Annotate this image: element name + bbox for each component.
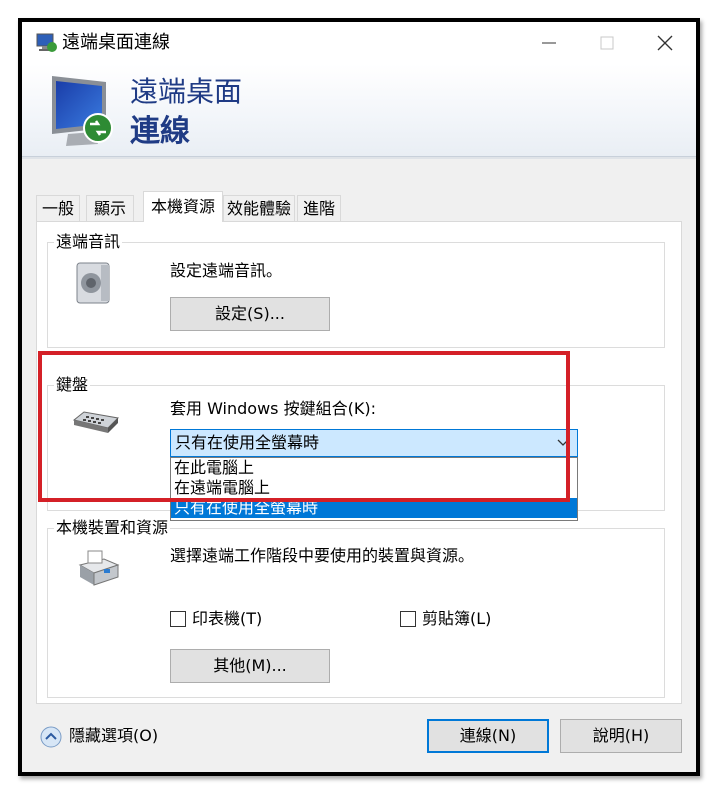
more-devices-button[interactable]: 其他(M)... [170,649,330,683]
remote-desktop-icon [36,33,57,52]
option-fullscreen-only[interactable]: 只有在使用全螢幕時 [171,498,577,518]
keyboard-combination-select[interactable]: 只有在使用全螢幕時 [170,429,578,457]
tab-local-resources[interactable]: 本機資源 [143,191,223,222]
printers-label: 印表機(T) [192,609,263,628]
minimize-icon [542,42,556,44]
option-remote-computer[interactable]: 在遠端電腦上 [171,478,577,498]
keyboard-label: 鍵盤 [54,375,91,395]
option-this-computer[interactable]: 在此電腦上 [171,458,577,478]
monitor-connection-icon [52,76,113,146]
title-bar: 遠端桌面連線 [22,22,696,64]
help-button[interactable]: 說明(H) [560,719,682,753]
banner-title-line2: 連線 [130,114,190,149]
tab-experience[interactable]: 效能體驗 [223,195,295,221]
chevron-down-icon [557,439,569,446]
remote-audio-group: 遠端音訊 設定遠端音訊。 設定(S)... [47,232,665,348]
tab-general[interactable]: 一般 [36,195,80,221]
hide-options-link[interactable]: 隱藏選項(O) [69,725,158,747]
keyboard-icon [72,411,120,433]
clipboard-label: 剪貼簿(L) [422,609,492,628]
remote-audio-description: 設定遠端音訊。 [170,261,283,280]
maximize-button[interactable] [578,22,636,64]
printers-checkbox[interactable] [170,611,186,627]
remote-audio-label: 遠端音訊 [54,232,123,252]
close-button[interactable] [636,22,694,64]
local-devices-description: 選擇遠端工作階段中要使用的裝置與資源。 [170,546,475,565]
tab-display[interactable]: 顯示 [86,195,134,221]
speaker-icon [76,262,110,304]
keyboard-options-list: 在此電腦上 在遠端電腦上 只有在使用全螢幕時 [170,457,578,521]
rdp-window: 遠端桌面連線 遠端桌面 連線 一般 顯示 本機資源 效能體驗 進階 遠端音訊 設… [22,22,696,772]
keyboard-selected-value: 只有在使用全螢幕時 [175,433,320,452]
local-devices-group: 本機裝置和資源 選擇遠端工作階段中要使用的裝置與資源。 印表機(T) 剪貼簿(L… [47,518,665,698]
audio-settings-button[interactable]: 設定(S)... [170,297,330,331]
local-devices-label: 本機裝置和資源 [54,518,171,538]
minimize-button[interactable] [520,22,578,64]
close-icon [657,35,673,51]
collapse-options-icon[interactable] [39,725,63,749]
maximize-icon [600,36,614,50]
clipboard-checkbox[interactable] [400,611,416,627]
banner-divider [22,157,696,159]
connect-button[interactable]: 連線(N) [427,719,549,753]
tab-panel-local-resources: 遠端音訊 設定遠端音訊。 設定(S)... 鍵盤 套用 Windows 按鍵組合… [36,221,682,704]
keyboard-prompt: 套用 Windows 按鍵組合(K): [170,399,376,418]
banner-title-line1: 遠端桌面 [130,75,243,108]
window-title: 遠端桌面連線 [62,32,170,53]
printer-icon [78,550,120,586]
header-banner: 遠端桌面 連線 [22,64,696,159]
tab-advanced[interactable]: 進階 [297,195,341,221]
